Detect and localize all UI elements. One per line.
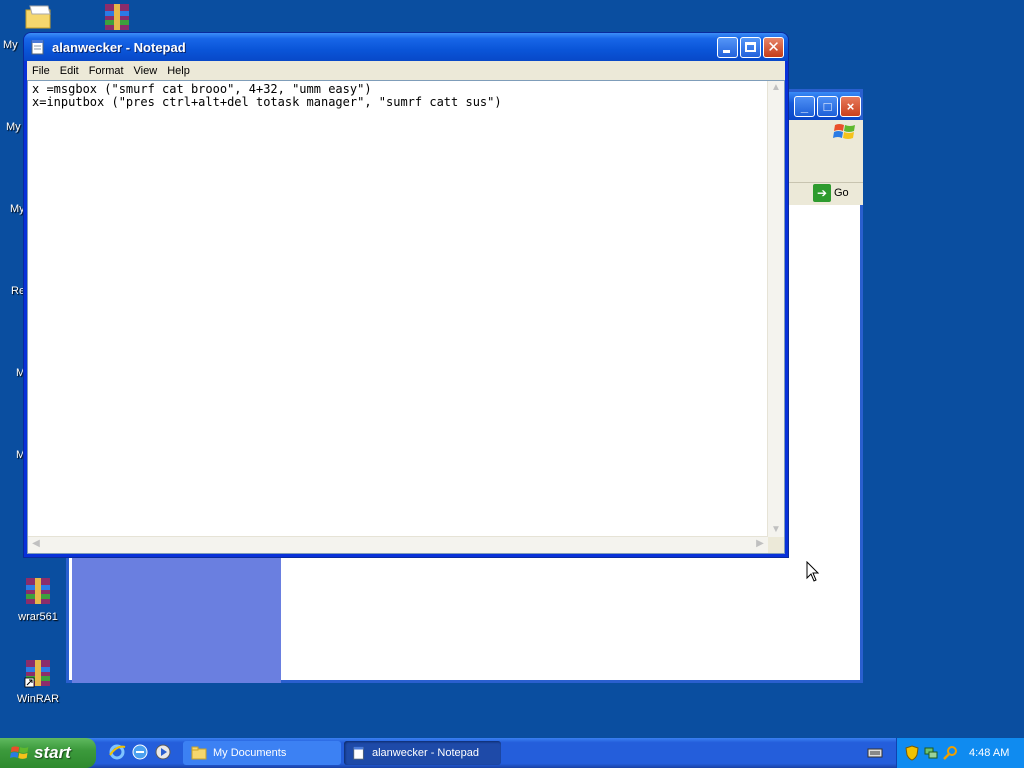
menu-edit[interactable]: Edit: [55, 65, 84, 77]
outlook-express-icon[interactable]: [131, 743, 149, 761]
folder-icon: [191, 746, 207, 760]
keyboard-language-icon[interactable]: [867, 746, 883, 760]
window-title: alanwecker - Notepad: [52, 39, 186, 55]
explorer-task-pane: [72, 557, 281, 683]
winrar-shortcut-icon: [24, 660, 50, 688]
partial-desktop-label-1: My: [3, 39, 18, 51]
horizontal-scrollbar[interactable]: ◀ ▶: [28, 536, 768, 553]
desktop-icon-wrar561[interactable]: wrar561: [3, 576, 73, 623]
windows-flag-icon: [10, 746, 29, 759]
desktop-icon-winrar[interactable]: WinRAR: [3, 658, 73, 705]
background-minimize-button[interactable]: _: [794, 96, 815, 117]
desktop-icon-label: WinRAR: [16, 693, 60, 705]
task-notepad[interactable]: alanwecker - Notepad: [344, 741, 501, 765]
media-player-icon[interactable]: [154, 743, 172, 761]
minimize-button[interactable]: [717, 37, 738, 58]
menu-help[interactable]: Help: [162, 65, 195, 77]
start-label: start: [34, 743, 71, 762]
winrar-icon: [26, 578, 50, 604]
scroll-down-arrow-icon[interactable]: ▼: [768, 523, 784, 537]
desktop-icon-label: wrar561: [18, 611, 58, 623]
menu-file[interactable]: File: [27, 65, 55, 77]
system-tray: 4:48 AM: [896, 738, 1024, 768]
menu-view[interactable]: View: [129, 65, 163, 77]
task-label: My Documents: [213, 747, 287, 759]
clock[interactable]: 4:48 AM: [969, 747, 1009, 759]
scroll-up-arrow-icon[interactable]: ▲: [768, 81, 784, 95]
internet-explorer-icon[interactable]: [108, 743, 126, 761]
resize-grip-icon[interactable]: [768, 537, 784, 553]
go-label: Go: [834, 187, 849, 199]
close-button[interactable]: ✕: [763, 37, 784, 58]
folder-letter-icon: [25, 5, 51, 29]
mouse-cursor-icon: [806, 561, 820, 582]
document-text[interactable]: x =msgbox ("smurf cat brooo", 4+32, "umm…: [32, 83, 502, 109]
scroll-right-arrow-icon[interactable]: ▶: [752, 537, 768, 551]
go-arrow-icon: ➔: [813, 184, 831, 202]
scroll-left-arrow-icon[interactable]: ◀: [28, 537, 44, 551]
background-close-button[interactable]: ×: [840, 96, 861, 117]
task-my-documents[interactable]: My Documents: [183, 741, 341, 765]
close-icon: ✕: [767, 39, 780, 56]
notepad-titlebar[interactable]: alanwecker - Notepad: [24, 33, 788, 61]
winrar-icon: [105, 4, 129, 30]
menu-format[interactable]: Format: [84, 65, 129, 77]
desktop-icon-winrar-top[interactable]: [82, 2, 152, 34]
menu-bar: File Edit Format View Help: [27, 61, 785, 80]
text-editor-area[interactable]: x =msgbox ("smurf cat brooo", 4+32, "umm…: [27, 80, 785, 554]
background-maximize-button[interactable]: □: [817, 96, 838, 117]
go-button[interactable]: ➔ Go: [813, 184, 857, 202]
network-icon[interactable]: [923, 745, 939, 761]
notepad-icon: [31, 40, 44, 55]
start-button[interactable]: start: [0, 738, 96, 768]
maximize-button[interactable]: [740, 37, 761, 58]
security-shield-icon[interactable]: [905, 745, 919, 761]
desktop-icon-my-documents[interactable]: [3, 2, 73, 34]
task-label: alanwecker - Notepad: [372, 747, 480, 759]
windows-logo-icon: [833, 124, 855, 139]
taskbar: start My Documents alanwecker - Notepad: [0, 738, 1024, 768]
partial-desktop-label-2: My: [6, 121, 21, 133]
search-icon[interactable]: [943, 745, 959, 761]
notepad-icon: [353, 746, 364, 760]
notepad-window[interactable]: alanwecker - Notepad ✕ File Edit Format …: [23, 32, 789, 558]
vertical-scrollbar[interactable]: ▲ ▼: [767, 81, 784, 537]
